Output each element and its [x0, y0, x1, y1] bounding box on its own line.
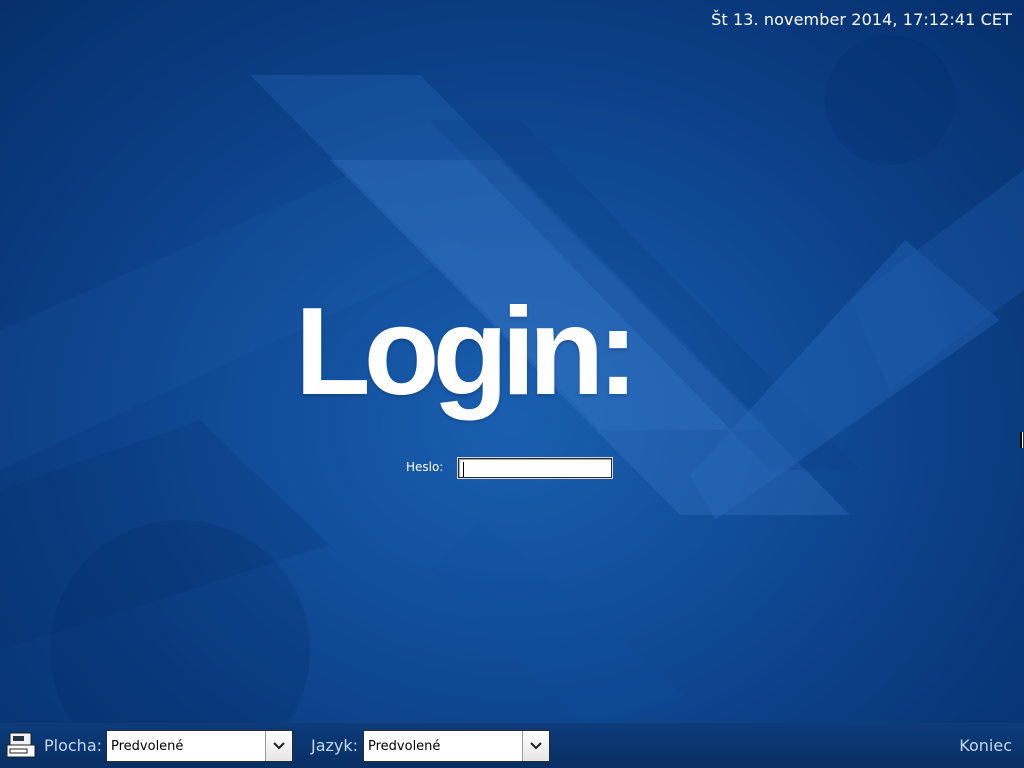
language-label: Jazyk: — [311, 736, 359, 755]
language-value: Predvolené — [368, 738, 441, 754]
terminal-icon[interactable] — [6, 732, 36, 760]
text-cursor — [463, 462, 464, 477]
session-label: Plocha: — [44, 736, 103, 755]
password-input[interactable] — [458, 458, 612, 478]
clock-display: Št 13. november 2014, 17:12:41 CET — [711, 10, 1012, 29]
quit-button[interactable]: Koniec — [959, 736, 1012, 755]
login-title: Login: — [295, 283, 639, 421]
login-screen: Št 13. november 2014, 17:12:41 CET Login… — [0, 0, 1024, 768]
password-label: Heslo: — [406, 460, 444, 474]
chevron-down-icon[interactable] — [522, 731, 549, 761]
bottom-bar: Plocha: Predvolené Jazyk: Predvolené Kon… — [0, 723, 1024, 768]
session-value: Predvolené — [111, 738, 184, 754]
chevron-down-icon[interactable] — [265, 731, 292, 761]
language-selector[interactable]: Predvolené — [363, 730, 550, 762]
mouse-cursor-icon — [1020, 432, 1022, 448]
session-selector[interactable]: Predvolené — [106, 730, 293, 762]
